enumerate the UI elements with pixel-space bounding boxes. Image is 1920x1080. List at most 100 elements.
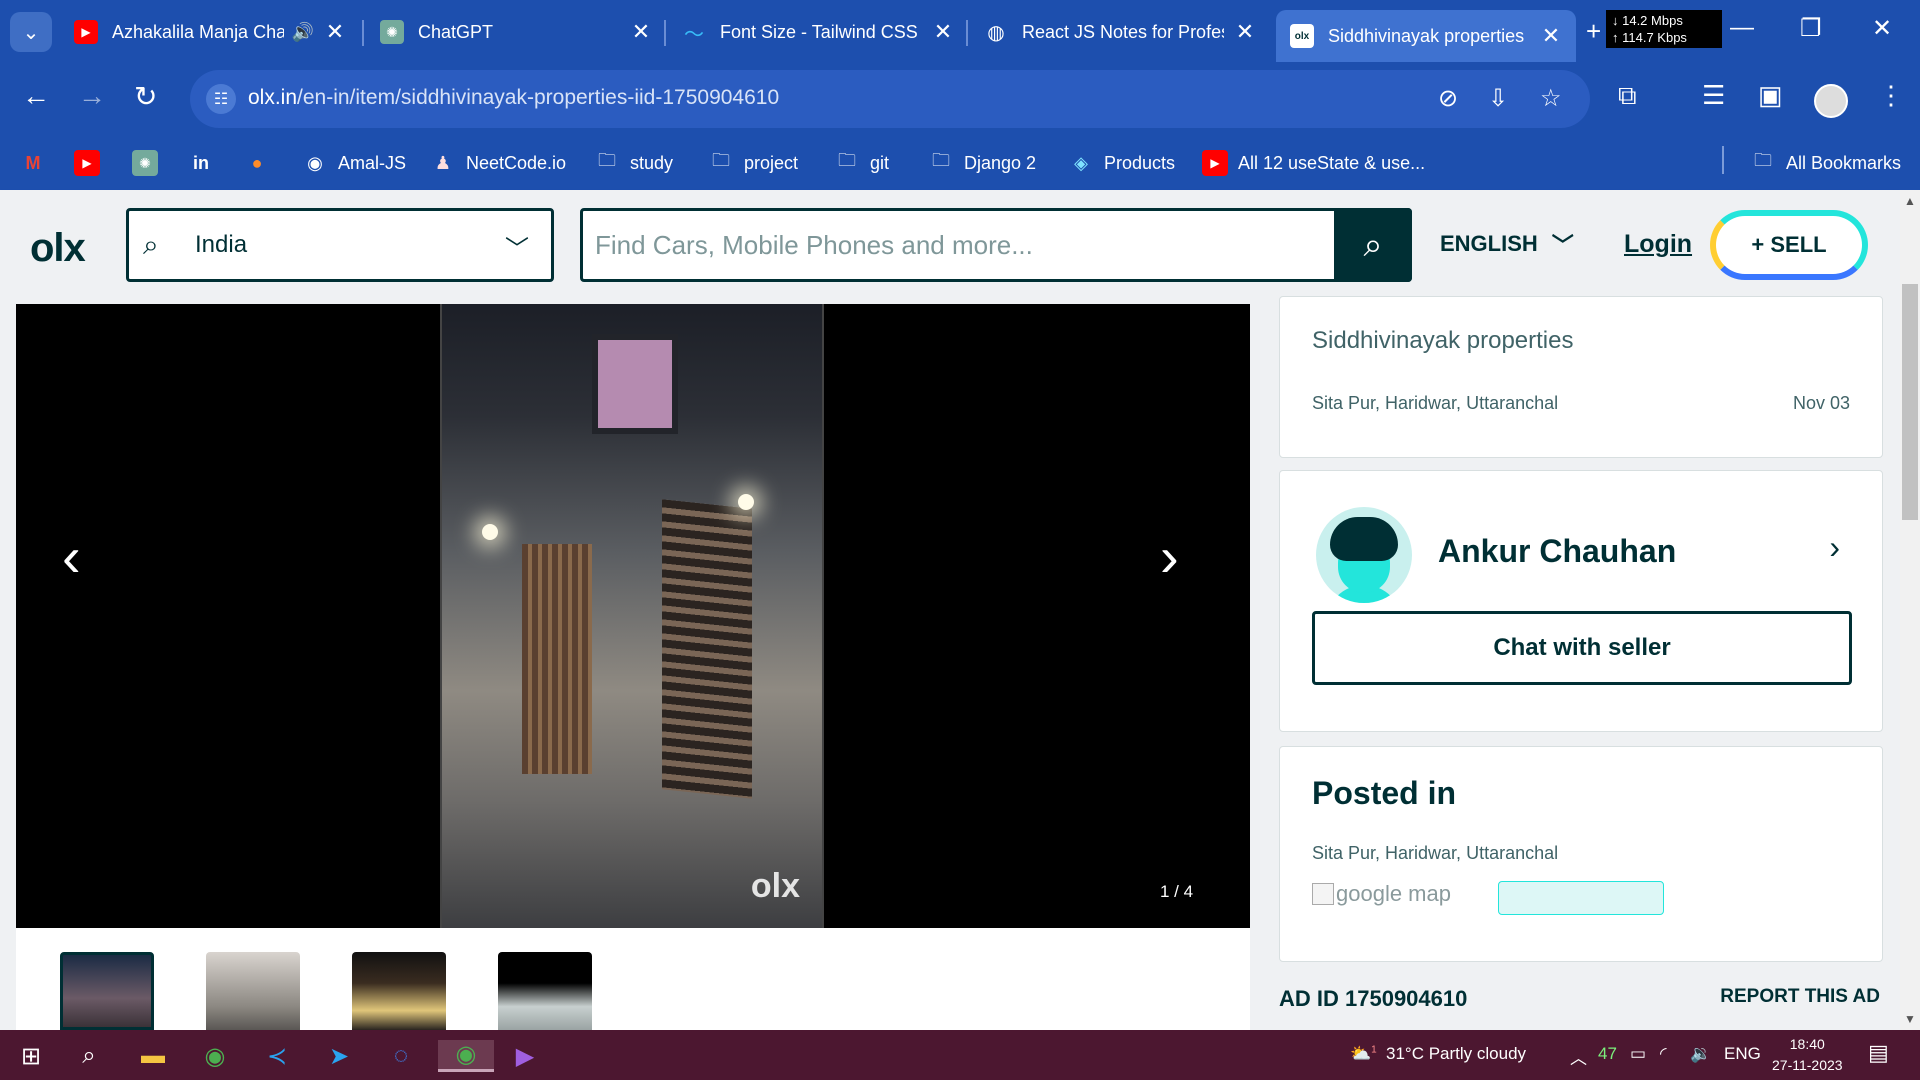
- tab-olx-active[interactable]: olx Siddhivinayak properties ✕: [1276, 10, 1576, 62]
- file-explorer-icon[interactable]: ▬: [136, 1040, 170, 1072]
- tab-search-button[interactable]: ⌄: [10, 12, 52, 52]
- close-tab-icon[interactable]: ✕: [1234, 19, 1256, 45]
- all-bookmarks[interactable]: 🗀 All Bookmarks: [1750, 148, 1901, 178]
- report-ad-link[interactable]: REPORT THIS AD: [1720, 986, 1880, 1008]
- bookmark-usestate[interactable]: ▶ All 12 useState & use...: [1202, 148, 1425, 178]
- bookmark-chatgpt[interactable]: ✺: [132, 148, 168, 178]
- map-image[interactable]: google map: [1312, 881, 1451, 907]
- battery-level[interactable]: 47: [1598, 1044, 1617, 1064]
- windows-start-icon[interactable]: ⊞: [14, 1040, 48, 1072]
- bookmark-products[interactable]: ◈ Products: [1068, 148, 1175, 178]
- visual-studio-icon[interactable]: ▶: [508, 1040, 542, 1072]
- chevron-right-icon[interactable]: ›: [1829, 529, 1840, 566]
- bookmark-label: All Bookmarks: [1786, 152, 1902, 173]
- menu-kebab-icon[interactable]: ⋮: [1878, 80, 1904, 111]
- side-panel-icon[interactable]: ▣: [1758, 80, 1783, 111]
- folder-icon: 🗀: [598, 150, 616, 170]
- thumbnail-2[interactable]: [206, 952, 300, 1030]
- thumbnail-1[interactable]: [60, 952, 154, 1030]
- bookmark-folder-project[interactable]: 🗀 project: [708, 148, 798, 178]
- folder-icon: 🗀: [838, 150, 856, 170]
- media-control-icon[interactable]: ☰: [1702, 80, 1725, 111]
- chrome-active-icon[interactable]: ◉: [438, 1040, 494, 1072]
- new-tab-button[interactable]: +: [1586, 16, 1601, 47]
- battery-icon[interactable]: ▭: [1630, 1044, 1646, 1064]
- forward-icon[interactable]: →: [78, 80, 106, 112]
- close-tab-icon[interactable]: ✕: [1540, 23, 1562, 49]
- input-language[interactable]: ENG: [1724, 1044, 1761, 1064]
- tab-tailwind[interactable]: 〜 Font Size - Tailwind CSS ✕: [668, 10, 968, 54]
- tab-label: Azhakalila Manja Cha: [112, 21, 284, 42]
- bookmark-label: project: [744, 152, 799, 173]
- speaker-icon[interactable]: 🔊: [292, 22, 314, 43]
- thumbnail-3[interactable]: [352, 952, 446, 1030]
- chrome-icon[interactable]: ◉: [198, 1040, 232, 1072]
- login-link[interactable]: Login: [1624, 230, 1692, 259]
- edge-icon[interactable]: ◌: [384, 1040, 418, 1072]
- install-app-icon[interactable]: ⇩: [1488, 84, 1508, 113]
- search-button[interactable]: ⌕: [1334, 208, 1412, 282]
- chevron-left-icon[interactable]: ‹: [62, 524, 81, 589]
- bookmark-neetcode[interactable]: ♟ NeetCode.io: [430, 148, 566, 178]
- chevron-down-icon[interactable]: ﹀: [505, 229, 529, 264]
- bookmark-label: Amal-JS: [338, 152, 407, 173]
- close-window-icon[interactable]: ✕: [1872, 14, 1892, 43]
- location-input[interactable]: [195, 227, 455, 263]
- volume-icon[interactable]: 🔉: [1690, 1044, 1711, 1064]
- scrollbar-thumb[interactable]: [1902, 284, 1918, 520]
- language-selector[interactable]: ENGLISH ﹀: [1440, 228, 1574, 260]
- page-scrollbar[interactable]: ▲ ▼: [1900, 190, 1920, 1030]
- bookmark-folder-study[interactable]: 🗀 study: [594, 148, 673, 178]
- search-icon[interactable]: ⌕: [72, 1040, 106, 1072]
- seller-name[interactable]: Ankur Chauhan: [1438, 533, 1676, 570]
- bookmark-fire[interactable]: ●: [244, 148, 280, 178]
- back-icon[interactable]: ←: [22, 80, 50, 112]
- bookmark-folder-django[interactable]: 🗀 Django 2: [928, 148, 1036, 178]
- site-info-icon[interactable]: ☷: [206, 84, 236, 114]
- location-selector[interactable]: ⌕ ﹀: [126, 208, 554, 282]
- minimize-icon[interactable]: —: [1730, 14, 1754, 42]
- scroll-down-arrow[interactable]: ▼: [1904, 1012, 1916, 1026]
- extensions-icon[interactable]: ⧉: [1618, 80, 1637, 112]
- reload-icon[interactable]: ↻: [134, 80, 157, 113]
- omnibox[interactable]: ☷ olx.in/en-in/item/siddhivinayak-proper…: [190, 70, 1590, 128]
- close-tab-icon[interactable]: ✕: [324, 19, 346, 45]
- scroll-up-arrow[interactable]: ▲: [1904, 194, 1916, 208]
- bookmark-gmail[interactable]: M: [20, 148, 56, 178]
- profile-avatar[interactable]: [1814, 84, 1848, 118]
- vscode-icon[interactable]: ≺: [260, 1040, 294, 1072]
- tab-youtube[interactable]: ▶ Azhakalila Manja Cha 🔊 ✕: [60, 10, 360, 54]
- notification-icon[interactable]: ▤: [1868, 1040, 1889, 1066]
- bookmark-linkedin[interactable]: in: [188, 148, 224, 178]
- olx-logo[interactable]: olx: [30, 226, 86, 271]
- weather-text[interactable]: 31°C Partly cloudy: [1386, 1044, 1526, 1064]
- tab-react-notes[interactable]: ◍ React JS Notes for Profes ✕: [970, 10, 1270, 54]
- chevron-right-icon[interactable]: ›: [1160, 524, 1179, 589]
- wifi-icon[interactable]: ◜: [1660, 1044, 1667, 1064]
- map-alt-text: google map: [1336, 881, 1451, 906]
- bookmark-star-icon[interactable]: ☆: [1540, 84, 1562, 113]
- bookmark-label: git: [870, 152, 890, 173]
- telegram-icon[interactable]: ➤: [322, 1040, 356, 1072]
- bookmark-youtube[interactable]: ▶: [74, 148, 110, 178]
- search-bar[interactable]: ⌕: [580, 208, 1412, 282]
- sell-button[interactable]: + SELL: [1710, 210, 1868, 280]
- eye-off-icon[interactable]: ⊘: [1438, 84, 1458, 113]
- bookmark-folder-git[interactable]: 🗀 git: [834, 148, 889, 178]
- bookmark-amal-js[interactable]: ◉ Amal-JS: [302, 148, 406, 178]
- thumbnail-4[interactable]: [498, 952, 592, 1030]
- restore-icon[interactable]: ❐: [1800, 14, 1822, 43]
- olx-header: olx ⌕ ﹀ ⌕ ENGLISH ﹀ Login + SELL: [0, 190, 1900, 302]
- listing-photo[interactable]: olx: [440, 304, 824, 928]
- map-overlay-button[interactable]: [1498, 881, 1664, 915]
- url-text[interactable]: olx.in/en-in/item/siddhivinayak-properti…: [248, 86, 779, 110]
- chevron-up-icon[interactable]: ︿: [1570, 1044, 1587, 1069]
- chat-with-seller-button[interactable]: Chat with seller: [1312, 611, 1852, 685]
- tab-chatgpt[interactable]: ✺ ChatGPT ✕: [366, 10, 666, 54]
- close-tab-icon[interactable]: ✕: [932, 19, 954, 45]
- system-clock[interactable]: 18:40 27-11-2023: [1772, 1034, 1843, 1076]
- close-tab-icon[interactable]: ✕: [630, 19, 652, 45]
- weather-icon[interactable]: ⛅1: [1350, 1044, 1377, 1064]
- search-input[interactable]: [595, 227, 1315, 263]
- seller-avatar[interactable]: [1316, 507, 1412, 603]
